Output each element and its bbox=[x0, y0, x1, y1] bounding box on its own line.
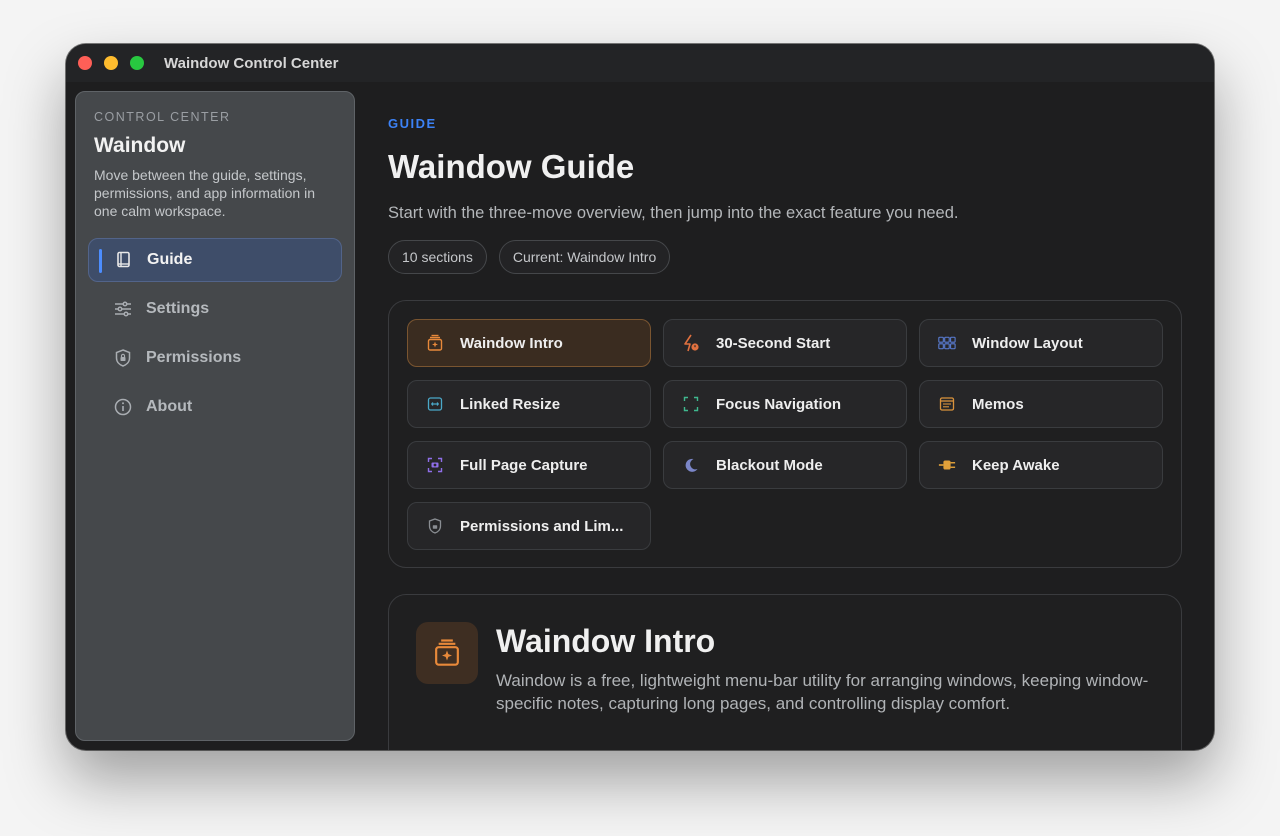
section-tile-label: Permissions and Lim... bbox=[460, 517, 624, 535]
detail-description: Waindow is a free, lightweight menu-bar … bbox=[496, 671, 1149, 713]
section-tile-label: Keep Awake bbox=[972, 456, 1060, 474]
sidebar: CONTROL CENTER Waindow Move between the … bbox=[75, 91, 355, 741]
section-tile-label: Linked Resize bbox=[460, 395, 561, 413]
bolt-timer-icon bbox=[682, 334, 700, 352]
section-tile-label: Memos bbox=[972, 395, 1024, 413]
zoom-window-button[interactable] bbox=[130, 56, 144, 70]
section-tile-label: Blackout Mode bbox=[716, 456, 823, 474]
window-title: Waindow Control Center bbox=[164, 54, 339, 72]
title-bar: Waindow Control Center bbox=[66, 44, 1214, 82]
info-icon bbox=[114, 398, 132, 416]
sidebar-item-about[interactable]: About bbox=[88, 385, 342, 429]
sparkle-box-icon bbox=[416, 622, 478, 684]
sidebar-item-label: Settings bbox=[146, 300, 210, 317]
section-count-chip: 10 sections bbox=[388, 240, 487, 274]
sidebar-item-permissions[interactable]: Permissions bbox=[88, 336, 342, 380]
section-tile-permissions-and-limits[interactable]: Permissions and Lim... bbox=[407, 502, 651, 550]
main-content: GUIDE Waindow Guide Start with the three… bbox=[388, 82, 1214, 750]
close-window-button[interactable] bbox=[78, 56, 92, 70]
info-chips: 10 sections Current: Waindow Intro bbox=[388, 240, 682, 274]
page-subtitle: Start with the three-move overview, then… bbox=[388, 204, 959, 222]
section-tile-blackout-mode[interactable]: Blackout Mode bbox=[663, 441, 907, 489]
sparkle-box-icon bbox=[426, 334, 444, 352]
sliders-icon bbox=[114, 300, 132, 318]
minimize-window-button[interactable] bbox=[104, 56, 118, 70]
section-tile-window-layout[interactable]: Window Layout bbox=[919, 319, 1163, 367]
grid-layout-icon bbox=[938, 334, 956, 352]
note-icon bbox=[938, 395, 956, 413]
capture-icon bbox=[426, 456, 444, 474]
section-tile-30-second-start[interactable]: 30-Second Start bbox=[663, 319, 907, 367]
section-eyebrow: GUIDE bbox=[388, 116, 437, 131]
book-icon bbox=[115, 251, 133, 269]
sidebar-item-guide[interactable]: Guide bbox=[88, 238, 342, 282]
lock-shield-icon bbox=[426, 517, 444, 535]
section-tile-label: 30-Second Start bbox=[716, 334, 831, 352]
sidebar-item-label: Permissions bbox=[146, 349, 242, 366]
app-window: Waindow Control Center CONTROL CENTER Wa… bbox=[66, 44, 1214, 750]
section-tile-full-page-capture[interactable]: Full Page Capture bbox=[407, 441, 651, 489]
section-tile-focus-navigation[interactable]: Focus Navigation bbox=[663, 380, 907, 428]
sidebar-title: Waindow bbox=[94, 134, 186, 157]
sections-grid: Waindow Intro 30-Second Start Window Lay… bbox=[388, 300, 1182, 568]
detail-title: Waindow Intro bbox=[496, 623, 716, 659]
section-tile-label: Focus Navigation bbox=[716, 395, 842, 413]
section-tile-linked-resize[interactable]: Linked Resize bbox=[407, 380, 651, 428]
moon-icon bbox=[682, 456, 700, 474]
page-title: Waindow Guide bbox=[388, 148, 635, 185]
section-detail-card: Waindow Intro Waindow is a free, lightwe… bbox=[388, 594, 1182, 750]
section-tile-waindow-intro[interactable]: Waindow Intro bbox=[407, 319, 651, 367]
shield-icon bbox=[114, 349, 132, 367]
sidebar-description: Move between the guide, settings, permis… bbox=[94, 167, 316, 219]
focus-frame-icon bbox=[682, 395, 700, 413]
section-tile-label: Waindow Intro bbox=[460, 334, 563, 352]
sidebar-eyebrow: CONTROL CENTER bbox=[94, 110, 231, 124]
section-tile-memos[interactable]: Memos bbox=[919, 380, 1163, 428]
sidebar-nav: Guide Settings Permissions About bbox=[88, 238, 342, 429]
current-section-chip: Current: Waindow Intro bbox=[498, 240, 671, 274]
section-tile-keep-awake[interactable]: Keep Awake bbox=[919, 441, 1163, 489]
section-tile-label: Full Page Capture bbox=[460, 456, 588, 474]
section-tile-label: Window Layout bbox=[972, 334, 1083, 352]
sidebar-item-label: Guide bbox=[147, 251, 193, 268]
sidebar-item-settings[interactable]: Settings bbox=[88, 287, 342, 331]
resize-arrows-icon bbox=[426, 395, 444, 413]
sidebar-item-label: About bbox=[146, 398, 193, 415]
plug-icon bbox=[938, 456, 956, 474]
